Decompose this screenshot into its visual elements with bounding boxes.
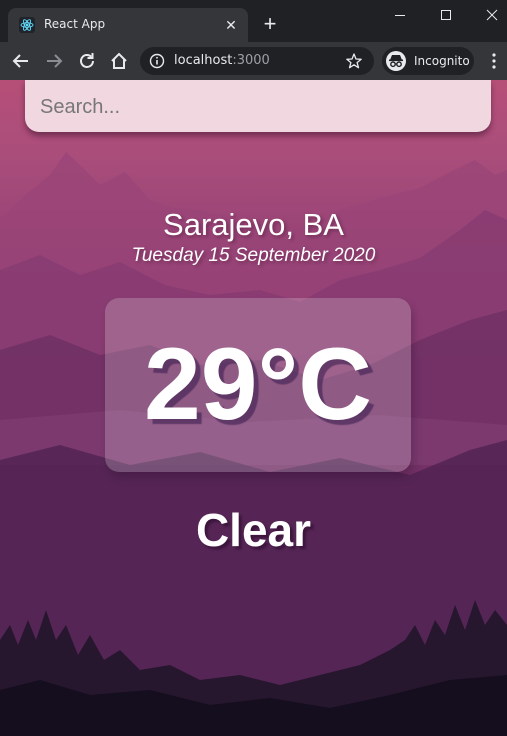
maximize-window-button[interactable] xyxy=(431,4,461,26)
close-window-button[interactable] xyxy=(477,4,507,26)
react-logo-icon xyxy=(19,17,35,33)
incognito-icon xyxy=(386,51,406,71)
weather-condition: Clear xyxy=(195,504,312,556)
tab-title: React App xyxy=(44,17,106,31)
browser-tab[interactable]: React App ✕ xyxy=(8,8,248,42)
incognito-profile-button[interactable]: Incognito xyxy=(382,47,474,75)
more-menu-icon[interactable] xyxy=(487,51,501,71)
new-tab-button[interactable]: + xyxy=(259,13,281,36)
search-box xyxy=(25,80,491,132)
reload-icon[interactable] xyxy=(76,50,98,72)
temperature-card: 29°C xyxy=(105,298,411,472)
url-port: :3000 xyxy=(232,53,270,68)
url-text: localhost:3000 xyxy=(174,53,270,68)
incognito-label: Incognito xyxy=(414,54,470,68)
current-date: Tuesday 15 September 2020 xyxy=(131,245,376,266)
url-host: localhost xyxy=(174,53,233,68)
bookmark-star-icon[interactable] xyxy=(345,52,363,70)
browser-titlebar: React App ✕ + xyxy=(0,0,507,42)
page-viewport: Sarajevo, BA Tuesday 15 September 2020 2… xyxy=(0,80,507,736)
back-arrow-icon[interactable] xyxy=(10,50,32,72)
temperature-value: 29°C xyxy=(144,327,372,441)
browser-toolbar: localhost:3000 Incognito xyxy=(0,42,507,80)
minimize-window-button[interactable] xyxy=(385,4,415,26)
search-input[interactable] xyxy=(25,80,491,132)
tab-close-icon[interactable]: ✕ xyxy=(222,16,240,34)
address-bar[interactable]: localhost:3000 xyxy=(140,47,374,75)
forward-arrow-icon[interactable] xyxy=(43,50,65,72)
location-title: Sarajevo, BA xyxy=(163,207,344,242)
site-info-icon[interactable] xyxy=(149,53,165,69)
home-icon[interactable] xyxy=(108,50,130,72)
